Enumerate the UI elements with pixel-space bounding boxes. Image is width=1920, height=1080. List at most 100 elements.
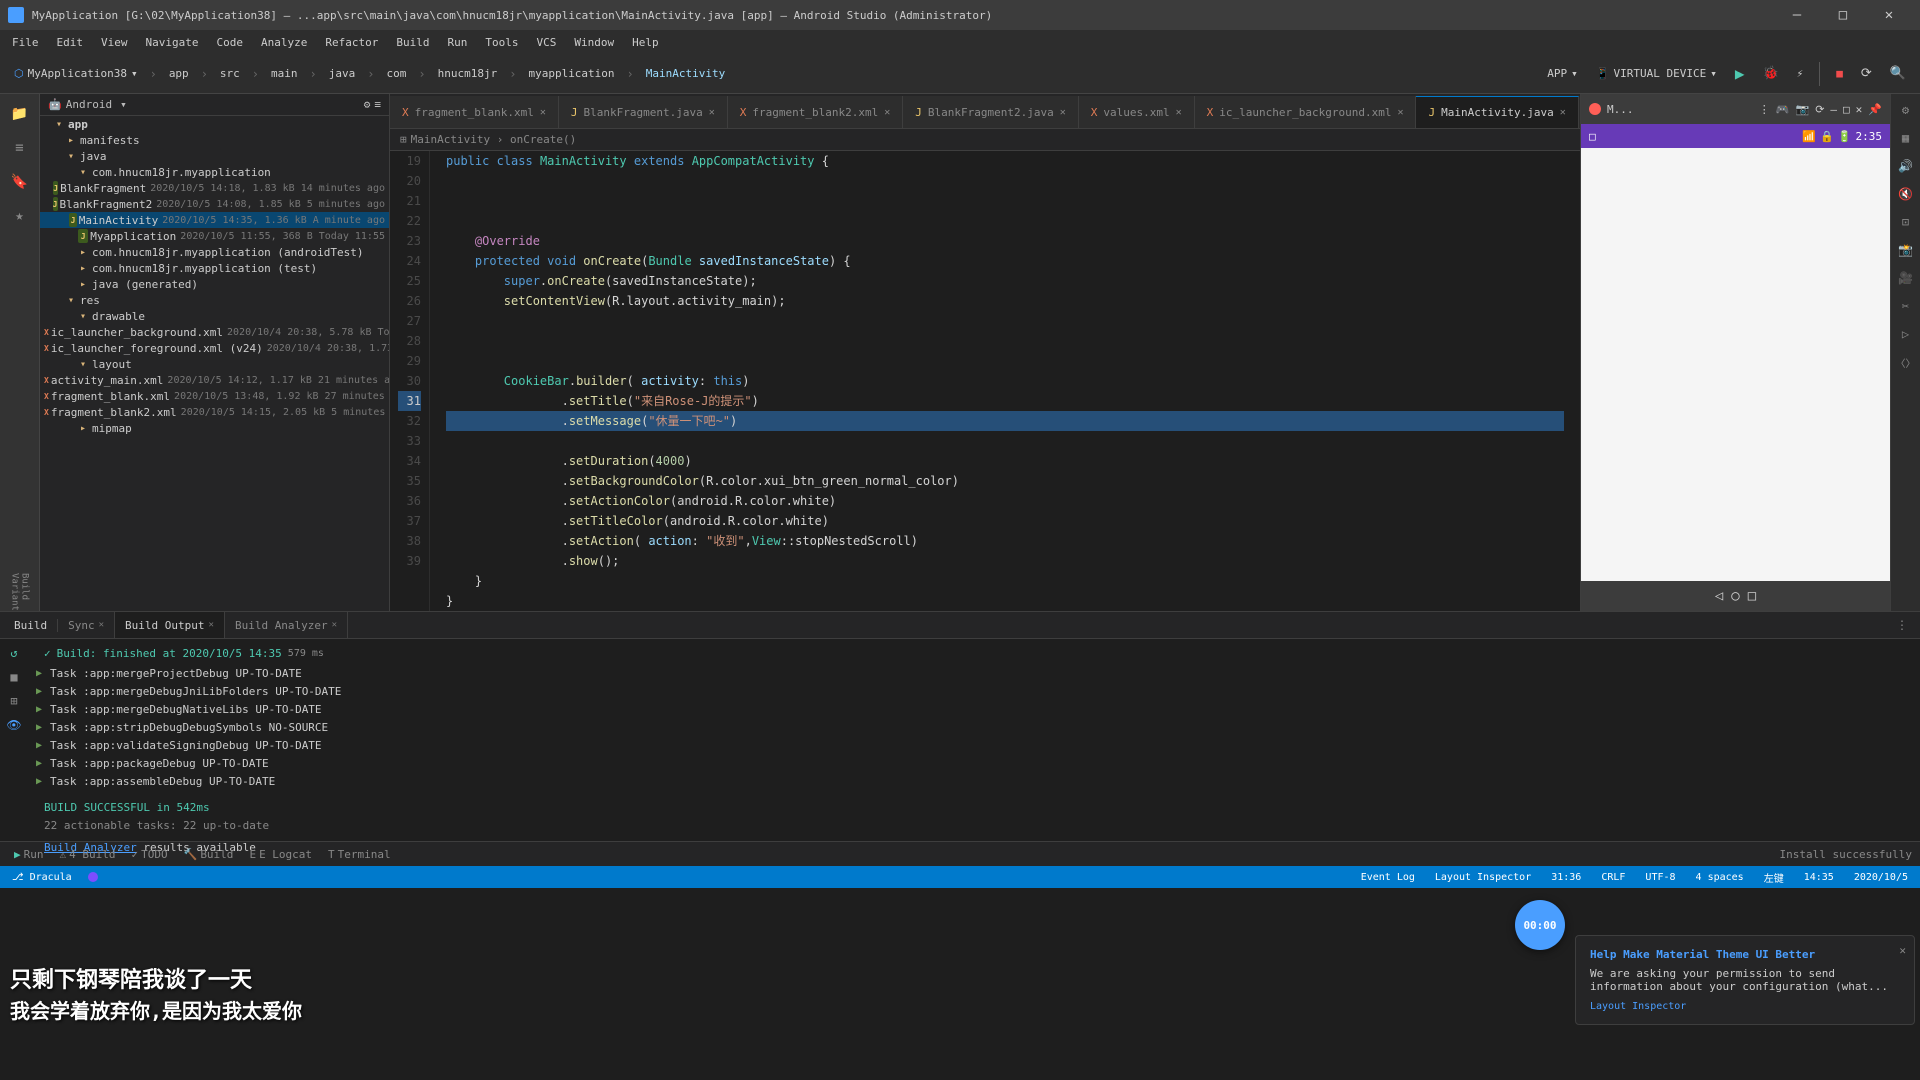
menu-window[interactable]: Window: [566, 34, 622, 51]
layout-inspector-item[interactable]: Layout Inspector: [1431, 872, 1535, 883]
tree-item-manifests[interactable]: ▸ manifests: [40, 132, 389, 148]
tree-header[interactable]: 🤖 Android ▾ ⚙ ≡: [40, 94, 389, 116]
favorites-icon-btn[interactable]: ★: [4, 200, 36, 232]
emu-home-icon[interactable]: ○: [1731, 588, 1739, 604]
tree-item-fragment-blank2[interactable]: X fragment_blank2.xml 2020/10/5 14:15, 2…: [40, 404, 389, 420]
emu-maximize-icon[interactable]: □: [1843, 103, 1850, 116]
tree-item-java-generated[interactable]: ▸ java (generated): [40, 276, 389, 292]
tree-item-java[interactable]: ▾ java: [40, 148, 389, 164]
debug-button[interactable]: 🐞: [1756, 64, 1784, 83]
emu-camera-icon[interactable]: 📷: [1796, 103, 1810, 116]
tree-item-mipmap[interactable]: ▸ mipmap: [40, 420, 389, 436]
structure-icon-btn[interactable]: ≡: [4, 132, 36, 164]
tab-close-icon[interactable]: ✕: [540, 107, 546, 118]
tree-item-test[interactable]: ▸ com.hnucm18jr.myapplication (test): [40, 260, 389, 276]
emu-close-dot[interactable]: [1589, 103, 1601, 115]
menu-analyze[interactable]: Analyze: [253, 34, 315, 51]
emu-menu-icon[interactable]: ⋮: [1759, 103, 1770, 116]
logcat-btn[interactable]: E E Logcat: [243, 846, 318, 863]
stop-button[interactable]: ■: [1830, 65, 1849, 82]
tab-build-output[interactable]: Build Output ✕: [115, 612, 225, 638]
tab-ic-launcher[interactable]: X ic_launcher_background.xml ✕: [1195, 96, 1417, 128]
module-dropdown[interactable]: APP ▾: [1541, 65, 1584, 82]
snapshot-icon[interactable]: 📸: [1894, 238, 1918, 262]
run-tool-btn[interactable]: ▶ Run: [8, 846, 50, 863]
crlf-item[interactable]: CRLF: [1597, 872, 1629, 883]
tab-sync[interactable]: Sync ✕: [58, 612, 115, 638]
menu-edit[interactable]: Edit: [49, 34, 92, 51]
git-branch-item[interactable]: ⎇ Dracula: [8, 872, 76, 883]
close-button[interactable]: ✕: [1866, 0, 1912, 30]
tab-mainactivity[interactable]: J MainActivity.java ✕: [1416, 96, 1578, 128]
sync-button[interactable]: ⟳: [1855, 64, 1878, 83]
emu-gamepad-icon[interactable]: 🎮: [1776, 103, 1790, 116]
terminal-btn[interactable]: T Terminal: [322, 846, 397, 863]
todo-btn[interactable]: ✓ TODO: [125, 846, 173, 863]
menu-build[interactable]: Build: [388, 34, 437, 51]
tree-item-myapplication[interactable]: J Myapplication 2020/10/5 11:55, 368 B T…: [40, 228, 389, 244]
menu-vcs[interactable]: VCS: [528, 34, 564, 51]
emu-back-icon[interactable]: ◁: [1715, 588, 1723, 604]
filter-icon[interactable]: ≡: [374, 98, 381, 111]
run-button[interactable]: ▶: [1729, 62, 1751, 85]
java-breadcrumb[interactable]: java: [323, 65, 362, 82]
build-restart-icon[interactable]: ↺: [4, 643, 24, 663]
build-filter-icon[interactable]: ⊞: [4, 691, 24, 711]
maximize-button[interactable]: □: [1820, 0, 1866, 30]
tree-item-res[interactable]: ▾ res: [40, 292, 389, 308]
src-breadcrumb[interactable]: src: [214, 65, 246, 82]
tree-item-mainactivity[interactable]: J MainActivity 2020/10/5 14:35, 1.36 kB …: [40, 212, 389, 228]
volume-icon[interactable]: 🔊: [1894, 154, 1918, 178]
gear-icon[interactable]: ⚙: [1894, 98, 1918, 122]
tree-item-drawable[interactable]: ▾ drawable: [40, 308, 389, 324]
module-breadcrumb[interactable]: app: [163, 65, 195, 82]
emu-rotate-icon[interactable]: ⟳: [1815, 103, 1824, 116]
menu-run[interactable]: Run: [439, 34, 475, 51]
tab-close-icon[interactable]: ✕: [1397, 107, 1403, 118]
tree-item-app[interactable]: ▾ app: [40, 116, 389, 132]
tab-close-icon[interactable]: ✕: [1060, 107, 1066, 118]
device-dropdown[interactable]: 📱 VIRTUAL DEVICE ▾: [1590, 65, 1723, 82]
tree-item-activity-main[interactable]: X activity_main.xml 2020/10/5 14:12, 1.1…: [40, 372, 389, 388]
play-icon[interactable]: ▷: [1894, 322, 1918, 346]
minimize-button[interactable]: —: [1774, 0, 1820, 30]
tab-fragment-blank[interactable]: X fragment_blank.xml ✕: [390, 96, 559, 128]
build-count-btn[interactable]: ⚠ 4 Build: [54, 846, 122, 863]
tree-item-ic-bg[interactable]: X ic_launcher_background.xml 2020/10/4 2…: [40, 324, 389, 340]
package-breadcrumb[interactable]: com: [381, 65, 413, 82]
layout-icon[interactable]: ▦: [1894, 126, 1918, 150]
tab-close-icon[interactable]: ✕: [1560, 107, 1566, 118]
tab-close-icon[interactable]: ✕: [884, 107, 890, 118]
code-icon[interactable]: 〈〉: [1894, 350, 1918, 374]
event-log-item[interactable]: Event Log: [1357, 872, 1419, 883]
bookmarks-icon-btn[interactable]: 🔖: [4, 166, 36, 198]
tab-values[interactable]: X values.xml ✕: [1079, 96, 1195, 128]
menu-view[interactable]: View: [93, 34, 136, 51]
emu-close-icon[interactable]: ✕: [1856, 103, 1863, 116]
menu-help[interactable]: Help: [624, 34, 667, 51]
main-breadcrumb[interactable]: main: [265, 65, 304, 82]
spaces-item[interactable]: 4 spaces: [1692, 872, 1748, 883]
tab-close-icon[interactable]: ✕: [1176, 107, 1182, 118]
project-icon-btn[interactable]: 📁: [4, 98, 36, 130]
project-selector[interactable]: ⬡ MyApplication38 ▾: [8, 65, 144, 82]
subpackage-breadcrumb[interactable]: hnucm18jr: [432, 65, 504, 82]
notification-close-btn[interactable]: ✕: [1899, 944, 1906, 957]
tab-blankfragment[interactable]: J BlankFragment.java ✕: [559, 96, 728, 128]
class-breadcrumb[interactable]: MainActivity: [640, 65, 731, 82]
build-output-close[interactable]: ✕: [209, 620, 214, 630]
emu-pin-icon[interactable]: 📌: [1868, 103, 1882, 116]
tab-build-analyzer[interactable]: Build Analyzer ✕: [225, 612, 348, 638]
screen-record-icon[interactable]: 🎥: [1894, 266, 1918, 290]
build-eye-icon[interactable]: 👁: [4, 715, 24, 735]
profile-button[interactable]: ⚡: [1791, 65, 1810, 82]
tab-close-icon[interactable]: ✕: [709, 107, 715, 118]
search-everywhere[interactable]: 🔍: [1884, 64, 1912, 83]
build-stop-icon[interactable]: ■: [4, 667, 24, 687]
tree-item-layout[interactable]: ▾ layout: [40, 356, 389, 372]
tab-fragment-blank2[interactable]: X fragment_blank2.xml ✕: [728, 96, 904, 128]
tree-item-ic-fg[interactable]: X ic_launcher_foreground.xml (v24) 2020/…: [40, 340, 389, 356]
emu-minimize-icon[interactable]: —: [1830, 103, 1837, 116]
tree-item-androidtest[interactable]: ▸ com.hnucm18jr.myapplication (androidTe…: [40, 244, 389, 260]
menu-navigate[interactable]: Navigate: [138, 34, 207, 51]
